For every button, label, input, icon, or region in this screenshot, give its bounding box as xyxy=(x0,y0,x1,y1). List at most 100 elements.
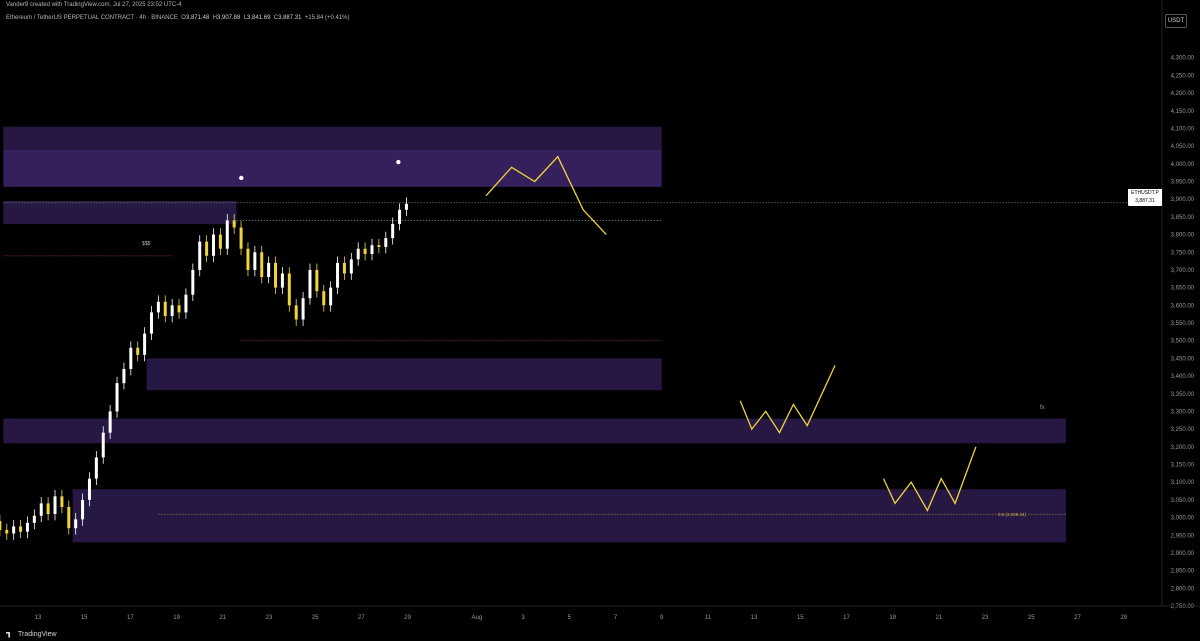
price-axis-label: 3,450.00 xyxy=(1171,356,1195,362)
candle xyxy=(39,503,43,516)
price-axis-label: 3,550.00 xyxy=(1171,321,1195,327)
candle xyxy=(74,519,78,529)
price-axis-label: 4,250.00 xyxy=(1171,73,1195,79)
candle xyxy=(81,499,85,520)
close-value: 3,887.31 xyxy=(278,15,302,21)
liquidity-label: $$$ xyxy=(142,241,151,247)
time-axis-label: 11 xyxy=(705,615,712,621)
candle xyxy=(101,432,105,458)
candle xyxy=(225,220,229,249)
candle xyxy=(0,521,2,530)
candle xyxy=(370,245,374,255)
time-axis-label: 25 xyxy=(1028,615,1035,621)
candle xyxy=(87,478,91,500)
time-axis-label: 19 xyxy=(889,615,896,621)
candle xyxy=(115,383,119,412)
tradingview-brand[interactable]: TradingView xyxy=(6,631,57,638)
price-axis-label: 3,850.00 xyxy=(1171,215,1195,221)
time-axis-label: 27 xyxy=(358,615,365,621)
price-axis-label: 3,500.00 xyxy=(1171,339,1195,345)
time-axis-label: 21 xyxy=(219,615,226,621)
time-axis-label: 23 xyxy=(982,615,989,621)
time-axis-label: 27 xyxy=(1074,615,1081,621)
candle xyxy=(156,301,160,313)
candle xyxy=(129,347,133,369)
candle xyxy=(191,269,195,295)
candle xyxy=(349,259,353,274)
candle xyxy=(267,262,271,278)
price-axis-label: 4,200.00 xyxy=(1171,91,1195,97)
candle xyxy=(232,220,236,228)
time-axis-label: 29 xyxy=(404,615,411,621)
candle xyxy=(398,209,402,224)
symbol-ohlc-legend: Ethereum / TetherUS PERPETUAL CONTRACT ·… xyxy=(6,15,350,21)
tradingview-logo-icon xyxy=(6,631,11,638)
supply-demand-zone xyxy=(3,126,662,150)
candle xyxy=(274,262,278,288)
time-axis-label: 21 xyxy=(936,615,943,621)
high-value: 3,907.88 xyxy=(217,15,241,21)
price-axis-label: 3,100.00 xyxy=(1171,480,1195,486)
time-axis-label: 23 xyxy=(266,615,273,621)
candle xyxy=(212,234,216,256)
candle xyxy=(329,287,333,306)
price-axis-label: 3,750.00 xyxy=(1171,250,1195,256)
currency-button[interactable]: USDT xyxy=(1165,14,1187,28)
current-price-tag: ETHUSDT.P 3,887.31 57:37 xyxy=(1128,189,1162,212)
candle xyxy=(184,294,188,313)
time-axis-label: 13 xyxy=(751,615,758,621)
price-axis-label: 4,100.00 xyxy=(1171,126,1195,132)
symbol-title[interactable]: Ethereum / TetherUS PERPETUAL CONTRACT ·… xyxy=(6,15,178,21)
price-axis-label: 2,900.00 xyxy=(1171,551,1195,557)
candle xyxy=(253,252,257,270)
price-axis-label: 3,050.00 xyxy=(1171,498,1195,504)
price-axis-label: 3,300.00 xyxy=(1171,409,1195,415)
price-axis-label: 3,650.00 xyxy=(1171,286,1195,292)
price-axis-label: 4,150.00 xyxy=(1171,109,1195,115)
price-axis-label: 2,750.00 xyxy=(1171,604,1195,610)
price-axis-label: 3,900.00 xyxy=(1171,197,1195,203)
price-tag-countdown: 57:37 xyxy=(1138,206,1152,212)
price-axis-label: 3,950.00 xyxy=(1171,180,1195,186)
candle xyxy=(25,522,29,532)
candle xyxy=(19,526,23,532)
time-axis-label: Aug xyxy=(472,615,483,621)
candle xyxy=(136,347,140,355)
candle xyxy=(315,269,319,292)
brand-label: TradingView xyxy=(18,631,57,638)
supply-demand-zone xyxy=(3,418,1066,444)
candle xyxy=(308,269,312,299)
price-axis-label: 4,300.00 xyxy=(1171,56,1195,62)
fib-level-label: 0.5 (3,009.44) xyxy=(998,512,1027,517)
candle xyxy=(246,248,250,270)
supply-demand-zone xyxy=(72,489,1066,543)
price-axis-label: 3,350.00 xyxy=(1171,392,1195,398)
low-value: 3,841.69 xyxy=(247,15,271,21)
time-axis-label: 15 xyxy=(797,615,804,621)
candle xyxy=(391,223,395,239)
candle xyxy=(108,411,112,433)
candle xyxy=(336,262,340,288)
candle xyxy=(322,291,326,306)
candlestick-chart[interactable]: 4,300.00 4,250.00 4,200.00 4,150.00 4,100.00… xyxy=(0,0,1200,641)
candle xyxy=(239,227,243,249)
candle xyxy=(149,312,153,334)
price-axis-label: 3,400.00 xyxy=(1171,374,1195,380)
marker-dot xyxy=(396,159,401,165)
candle xyxy=(363,248,367,255)
fx-label: fx xyxy=(1040,405,1045,411)
candle xyxy=(46,503,50,515)
candle xyxy=(384,238,388,247)
candle xyxy=(67,506,71,529)
candle xyxy=(301,298,305,320)
time-axis-label: 17 xyxy=(127,615,134,621)
candle xyxy=(60,496,64,507)
time-axis-label: 25 xyxy=(312,615,319,621)
candle xyxy=(53,496,57,515)
candle xyxy=(5,529,9,534)
open-value: 3,871.48 xyxy=(185,15,210,21)
price-axis-label: 3,150.00 xyxy=(1171,463,1195,469)
supply-demand-zone xyxy=(146,358,662,391)
price-axis-label: 3,800.00 xyxy=(1171,233,1195,239)
candle xyxy=(356,248,360,260)
